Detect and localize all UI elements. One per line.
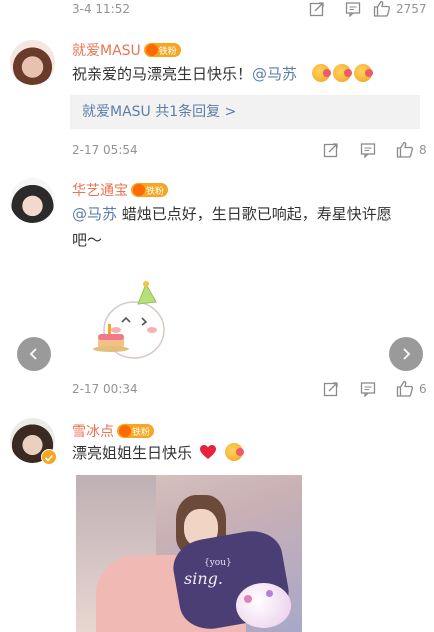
- comment-icon: [360, 143, 376, 158]
- comment-text: 漂亮姐姐生日快乐: [72, 440, 422, 466]
- like-count: 8: [419, 142, 427, 157]
- like-count: 6: [419, 381, 427, 396]
- username[interactable]: 雪冰点 铁粉: [72, 421, 155, 441]
- comment-button[interactable]: [360, 381, 376, 397]
- next-arrow-button[interactable]: [389, 337, 423, 371]
- username-text: 华艺通宝: [72, 183, 128, 199]
- fan-badge: 铁粉: [143, 43, 181, 57]
- fan-badge: 铁粉: [131, 183, 169, 197]
- avatar[interactable]: [10, 178, 55, 223]
- comment-body-line1: 蜡烛已点好，生日歌已响起，寿星快许愿: [117, 205, 392, 223]
- badge-text: 铁粉: [146, 186, 165, 197]
- comment-meta: 2-17 05:54 8: [0, 141, 434, 161]
- like-icon: [396, 141, 414, 158]
- mention-link[interactable]: @马苏: [72, 205, 117, 223]
- like-button[interactable]: 6: [396, 380, 427, 397]
- fan-badge: 铁粉: [117, 424, 155, 438]
- image-text: sing.: [184, 569, 223, 588]
- heart-badge-icon: [133, 184, 145, 196]
- comment-meta: 2-17 00:34 6: [0, 380, 434, 400]
- heart-badge-icon: [145, 44, 158, 56]
- emoji-icon: [311, 64, 331, 82]
- birthday-sticker: [86, 278, 176, 368]
- share-icon: [309, 2, 324, 17]
- share-button[interactable]: [323, 142, 339, 158]
- like-icon: [396, 380, 414, 397]
- share-button[interactable]: [309, 1, 325, 17]
- prev-arrow-button[interactable]: [17, 337, 51, 371]
- like-button[interactable]: 2757: [373, 0, 427, 17]
- comment-time: 3-4 11:52: [72, 2, 130, 16]
- comment-time: 2-17 05:54: [72, 143, 138, 157]
- share-button[interactable]: [323, 381, 339, 397]
- heart-badge-icon: [119, 425, 131, 437]
- emoji-icon: [353, 64, 373, 82]
- comment-icon: [360, 382, 376, 397]
- verified-check-icon: [44, 454, 54, 462]
- share-icon: [323, 382, 338, 397]
- emoji-icon: [332, 64, 352, 82]
- share-icon: [323, 143, 338, 158]
- image-small-text: {you}: [204, 558, 232, 568]
- like-button[interactable]: 8: [396, 141, 427, 158]
- emoji-icon: [224, 443, 244, 461]
- reply-summary[interactable]: 就爱MASU 共1条回复 >: [70, 95, 420, 129]
- comment-body: 祝亲爱的马漂亮生日快乐！: [72, 65, 253, 83]
- username-text: 雪冰点: [72, 424, 114, 440]
- top-meta-row: 3-4 11:52 2757: [0, 0, 434, 20]
- comment-icon: [345, 2, 361, 17]
- comment-button[interactable]: [345, 1, 361, 17]
- badge-text: 铁粉: [132, 427, 151, 438]
- comment-body-line2: 吧～: [72, 231, 103, 249]
- avatar[interactable]: [10, 40, 55, 85]
- comment-text: @马苏 蜡烛已点好，生日歌已响起，寿星快许愿 吧～: [72, 201, 422, 253]
- username[interactable]: 华艺通宝 铁粉: [72, 180, 169, 200]
- comment-image[interactable]: {you} sing.: [76, 475, 302, 632]
- badge-text: 铁粉: [158, 46, 177, 57]
- username[interactable]: 就爱MASU 铁粉: [72, 40, 181, 60]
- comment-time: 2-17 00:34: [72, 382, 138, 396]
- mention-link[interactable]: @马苏: [252, 65, 297, 83]
- like-icon: [373, 0, 391, 17]
- username-text: 就爱MASU: [72, 43, 141, 59]
- heart-emoji-icon: [199, 445, 216, 459]
- comment-body: 漂亮姐姐生日快乐: [72, 444, 193, 462]
- left-arrow-icon: [29, 348, 37, 360]
- right-arrow-icon: [403, 348, 411, 360]
- like-count: 2757: [396, 1, 427, 16]
- comment-button[interactable]: [360, 142, 376, 158]
- comment-text: 祝亲爱的马漂亮生日快乐！@马苏: [72, 61, 422, 87]
- verified-badge: [41, 449, 57, 465]
